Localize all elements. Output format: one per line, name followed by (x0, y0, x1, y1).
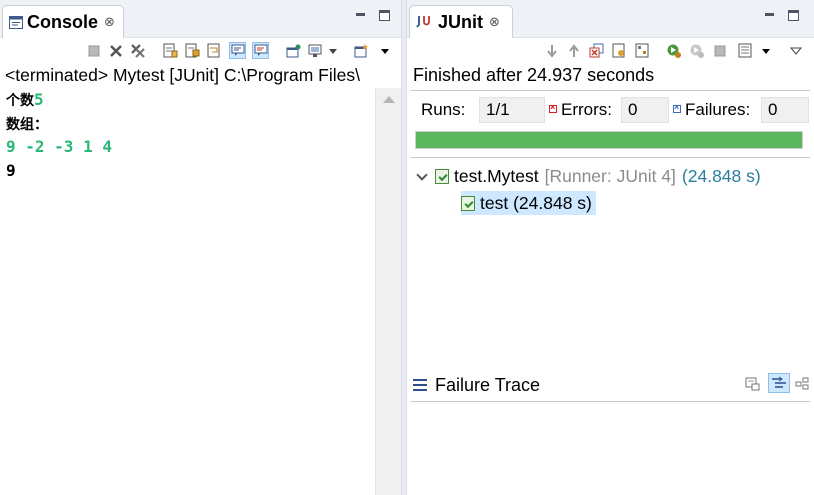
next-failure-icon[interactable] (543, 42, 560, 59)
console-tab[interactable]: Console ⊗ (2, 5, 124, 38)
test-run-history-icon[interactable] (737, 42, 754, 59)
console-maximize-button[interactable] (379, 10, 390, 21)
errors-counter: Errors: (549, 100, 612, 120)
clear-console-icon[interactable] (162, 42, 179, 59)
test-run-history-dropdown-icon[interactable] (757, 42, 774, 59)
filter-stack-trace-icon[interactable] (768, 373, 790, 393)
failure-trace-title: Failure Trace (435, 375, 541, 395)
runs-value: 1/1 (479, 97, 545, 123)
console-output[interactable]: 个数5 数组： 9 -2 -3 1 4 9 (0, 88, 375, 495)
show-on-stdout-icon[interactable] (229, 42, 246, 59)
console-line: 数组： (6, 112, 375, 136)
open-console-icon[interactable] (353, 42, 370, 59)
failure-icon (673, 102, 681, 114)
console-tab-label: Console (27, 11, 99, 32)
failures-value: 0 (761, 97, 809, 123)
scroll-lock-icon[interactable] (184, 42, 201, 59)
test-suite-runner: [Runner: JUnit 4] (544, 165, 676, 186)
test-suite-time: (24.848 s) (681, 165, 761, 186)
chevron-down-icon[interactable] (417, 171, 427, 181)
console-tab-close-icon[interactable]: ⊗ (104, 14, 115, 30)
terminate-icon[interactable] (85, 42, 102, 59)
test-progress-fill (416, 132, 802, 148)
console-icon (9, 15, 23, 29)
test-tree[interactable]: test.Mytest [Runner: JUnit 4] (24.848 s)… (413, 164, 810, 364)
junit-view: JUnit ⊗ Finished after 24.937 seconds Ru… (406, 0, 814, 495)
console-tabbar: Console ⊗ (0, 0, 401, 38)
junit-tab[interactable]: JUnit ⊗ (409, 5, 513, 38)
view-menu-icon[interactable] (787, 42, 804, 59)
test-case-ok-icon (461, 195, 475, 211)
word-wrap-icon[interactable] (206, 42, 223, 59)
console-line-value: 9 (6, 160, 16, 180)
junit-tabbar: JUnit ⊗ (407, 0, 814, 38)
failures-label: Failures: (685, 100, 751, 119)
console-launch-description: <terminated> Mytest [JUnit] C:\Program F… (5, 65, 360, 85)
display-selected-console-icon[interactable] (307, 42, 324, 59)
compare-result-icon[interactable] (744, 375, 761, 392)
console-line-prefix: 个数 (6, 93, 34, 109)
runs-label: Runs: (421, 100, 466, 119)
console-line-value: 9 -2 -3 1 4 (6, 137, 112, 156)
console-vertical-scrollbar[interactable] (375, 88, 401, 495)
junit-minimize-button[interactable] (764, 10, 775, 21)
junit-icon (416, 16, 430, 28)
failure-trace-header: Failure Trace (413, 373, 810, 399)
scroll-lock-icon[interactable] (611, 42, 628, 59)
console-toolbar (0, 38, 401, 64)
rerun-failures-first-icon[interactable] (665, 42, 682, 59)
console-minimize-button[interactable] (355, 10, 366, 21)
open-console-dropdown-icon[interactable] (376, 42, 393, 59)
console-line: 9 -2 -3 1 4 (6, 135, 375, 159)
trace-separator (411, 401, 810, 402)
tree-separator (411, 157, 810, 158)
previous-failure-icon[interactable] (565, 42, 582, 59)
rerun-test-icon[interactable] (634, 42, 651, 59)
test-suite-row[interactable]: test.Mytest [Runner: JUnit 4] (24.848 s) (417, 164, 761, 188)
remove-launch-icon[interactable] (107, 42, 124, 59)
junit-toolbar (407, 38, 814, 64)
test-suite-name: test.Mytest (454, 165, 539, 186)
display-selected-console-dropdown-icon[interactable] (324, 42, 341, 59)
test-counters: Runs: 1/1 Errors: 0 Failures: 0 (413, 96, 809, 124)
console-view: Console ⊗ <terminated> Mytest [JUnit] C:… (0, 0, 402, 495)
console-line-prefix: 数组： (6, 116, 48, 133)
error-icon (549, 102, 557, 114)
status-separator (411, 90, 810, 91)
junit-tab-close-icon[interactable]: ⊗ (489, 14, 500, 30)
errors-value: 0 (621, 97, 669, 123)
show-on-stderr-icon[interactable] (252, 42, 269, 59)
test-case-label: test (24.848 s) (480, 192, 592, 213)
test-suite-ok-icon (435, 168, 449, 184)
console-line-value: 5 (34, 90, 44, 109)
finished-status: Finished after 24.937 seconds (413, 65, 655, 85)
copy-trace-icon[interactable] (794, 375, 811, 392)
errors-label: Errors: (561, 100, 612, 119)
scroll-up-arrow-icon[interactable] (383, 96, 395, 103)
show-failures-only-icon[interactable] (588, 42, 605, 59)
test-progress-bar (415, 131, 803, 149)
remove-all-terminated-icon[interactable] (129, 42, 146, 59)
junit-maximize-button[interactable] (788, 10, 799, 21)
junit-tab-label: JUnit (438, 11, 483, 32)
pin-console-icon[interactable] (285, 42, 302, 59)
terminate-icon[interactable] (711, 42, 728, 59)
console-line: 个数5 (6, 88, 375, 112)
failure-trace-icon (413, 379, 427, 391)
test-case-row[interactable]: test (24.848 s) (461, 191, 596, 215)
failures-counter: Failures: (673, 100, 750, 120)
stop-run-icon[interactable] (688, 42, 705, 59)
console-line: 9 (6, 159, 375, 183)
